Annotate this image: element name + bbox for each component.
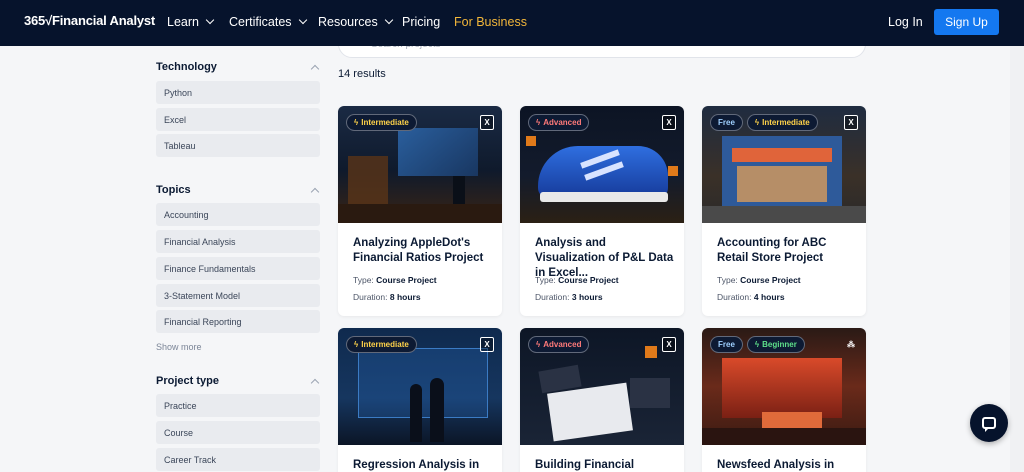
card-title[interactable]: Building Financial [535,458,675,472]
project-card[interactable]: ϟ Intermediate X Analyzing AppleDot's Fin… [338,106,502,316]
level-badge: ϟ Beginner [746,336,805,353]
nav-pricing[interactable]: Pricing [402,15,440,29]
level-badge: ϟ Intermediate [346,336,417,353]
card-duration: Duration: 3 hours [535,292,603,302]
filter-section-topics[interactable]: Topics [156,184,191,196]
chat-button[interactable] [970,404,1008,442]
filter-section-project-type[interactable]: Project type [156,375,219,387]
filter-financial-reporting[interactable]: Financial Reporting [156,310,320,333]
project-card[interactable]: ϟ Advanced X Building Financial [520,328,684,472]
card-title[interactable]: Accounting for ABC Retail Store Project [717,236,857,266]
nav-certificates[interactable]: Certificates [229,15,307,29]
level-badge: ϟ Intermediate [746,114,818,131]
excel-icon: X [480,337,494,352]
excel-icon: X [662,337,676,352]
filter-3-statement-model[interactable]: 3-Statement Model [156,284,320,307]
filter-excel[interactable]: Excel [156,108,320,131]
signup-button[interactable]: Sign Up [934,9,999,35]
chevron-up-icon[interactable] [310,64,320,74]
scrollbar-track[interactable] [1010,46,1024,472]
filter-tableau[interactable]: Tableau [156,134,320,157]
show-more-link[interactable]: Show more [156,342,202,352]
nav-resources[interactable]: Resources [318,15,393,29]
navbar-content: 365√Financial Analyst Learn Certificates… [0,0,1024,46]
filter-course[interactable]: Course [156,421,320,444]
chevron-up-icon[interactable] [310,378,320,388]
excel-icon: X [480,115,494,130]
project-card[interactable]: Free ϟ Intermediate X Accounting for ABC … [702,106,866,316]
level-badge: ϟ Advanced [528,114,590,131]
free-badge: Free [710,114,743,131]
filter-finance-fundamentals[interactable]: Finance Fundamentals [156,257,320,280]
project-card[interactable]: ϟ Intermediate X Regression Analysis in [338,328,502,472]
filter-accounting[interactable]: Accounting [156,203,320,226]
free-badge: Free [710,336,743,353]
filter-financial-analysis[interactable]: Financial Analysis [156,230,320,253]
card-type: Type: Course Project [353,275,437,285]
results-count: 14 results [338,68,386,80]
chevron-up-icon[interactable] [310,187,320,197]
project-card[interactable]: ϟ Advanced X Analysis and Visualization o… [520,106,684,316]
card-type: Type: Course Project [535,275,619,285]
card-title[interactable]: Newsfeed Analysis in [717,458,857,472]
filter-practice[interactable]: Practice [156,394,320,417]
card-type: Type: Course Project [717,275,801,285]
project-card[interactable]: Free ϟ Beginner ⁂ Newsfeed Analysis in [702,328,866,472]
chevron-down-icon [298,15,307,25]
nav-learn[interactable]: Learn [167,15,215,29]
card-title[interactable]: Analyzing AppleDot's Financial Ratios Pr… [353,236,493,266]
brand-logo[interactable]: 365√Financial Analyst [24,13,155,28]
card-title[interactable]: Regression Analysis in [353,458,493,472]
level-badge: ϟ Intermediate [346,114,417,131]
card-duration: Duration: 4 hours [717,292,785,302]
filter-section-technology[interactable]: Technology [156,61,217,73]
filter-career-track[interactable]: Career Track [156,448,320,471]
level-badge: ϟ Advanced [528,336,590,353]
filter-python[interactable]: Python [156,81,320,104]
python-icon: ⁂ [847,340,855,349]
chevron-down-icon [384,15,393,25]
excel-icon: X [844,115,858,130]
card-duration: Duration: 8 hours [353,292,421,302]
excel-icon: X [662,115,676,130]
nav-for-business[interactable]: For Business [454,15,527,29]
chat-icon [982,417,996,432]
chevron-down-icon [205,15,215,25]
login-link[interactable]: Log In [888,15,923,29]
